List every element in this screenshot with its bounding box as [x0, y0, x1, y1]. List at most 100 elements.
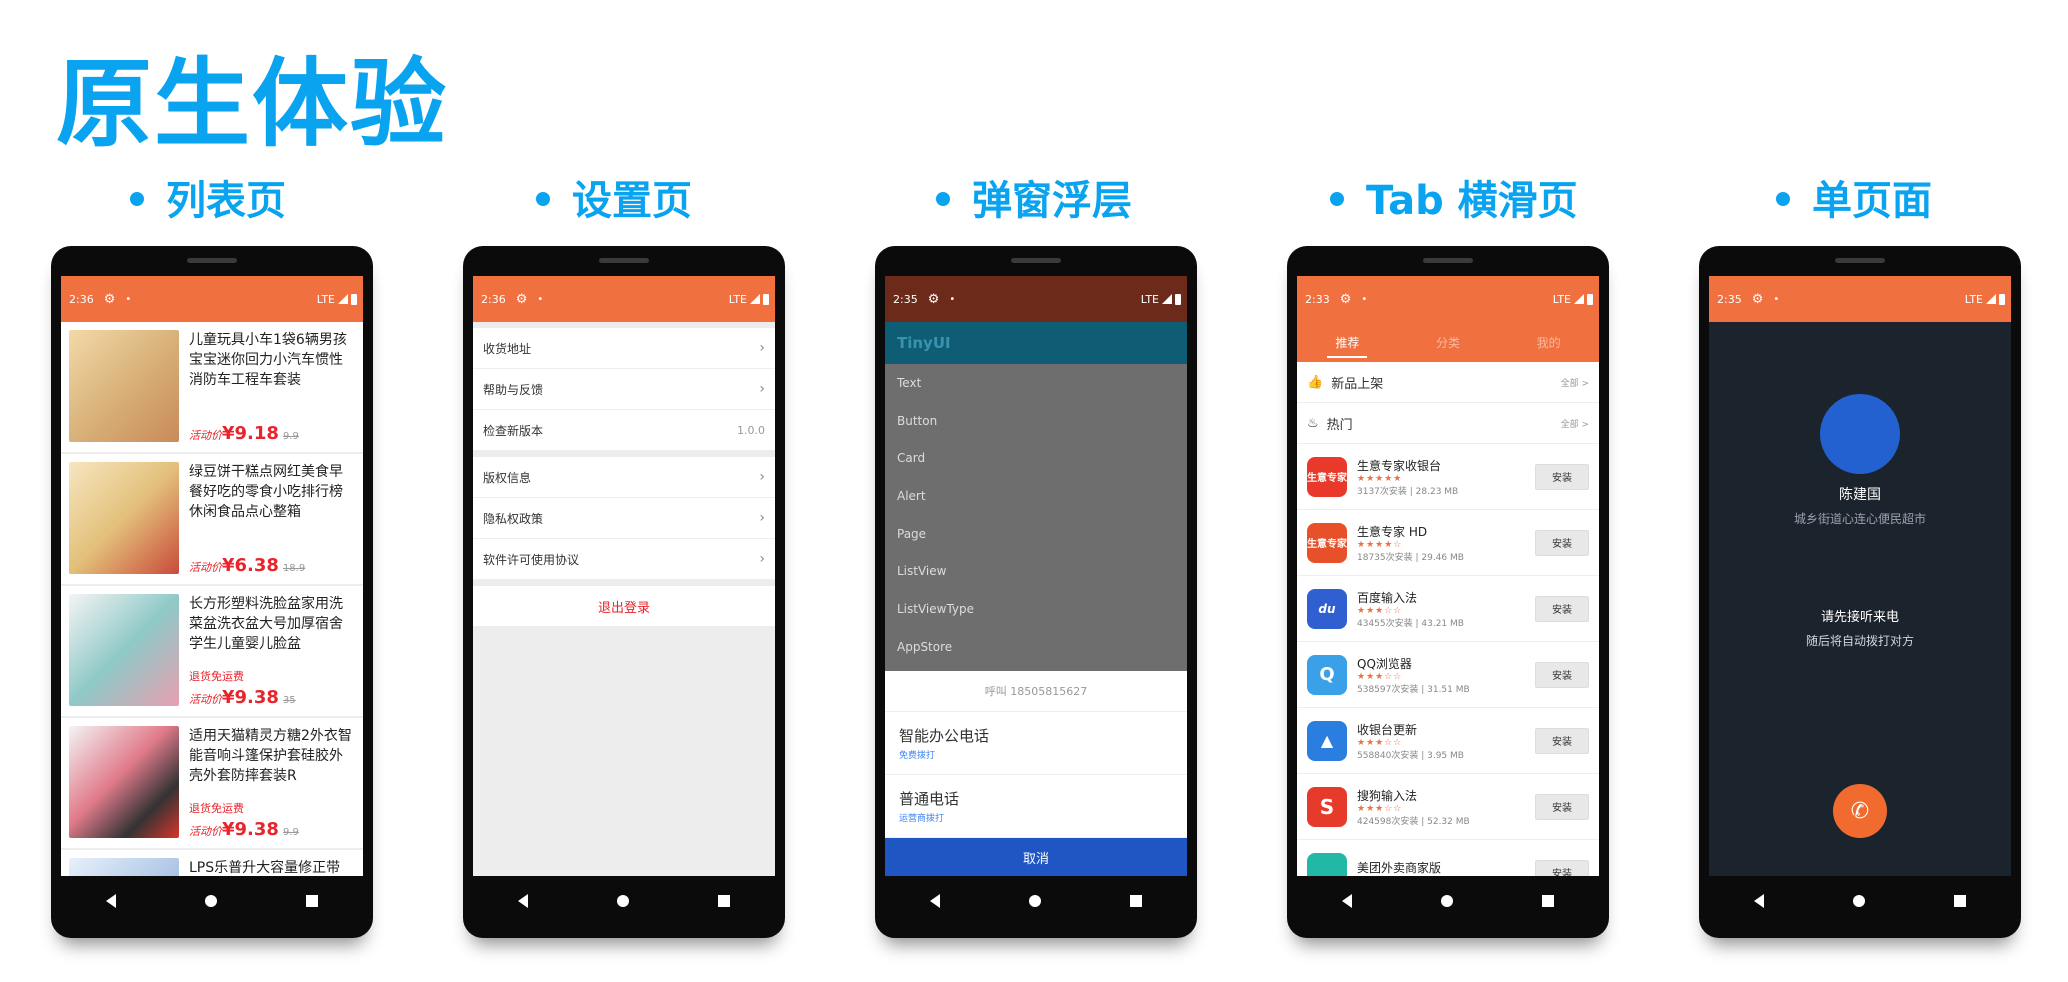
- menu-item[interactable]: Page: [885, 515, 1187, 553]
- settings-item-license[interactable]: 软件许可使用协议 ›: [473, 539, 775, 580]
- column-title-single: 单页面: [1776, 168, 1932, 226]
- install-button[interactable]: 安装: [1535, 793, 1589, 820]
- back-nav-icon[interactable]: [105, 894, 116, 908]
- install-button[interactable]: 安装: [1535, 727, 1589, 754]
- home-nav-icon[interactable]: [204, 895, 217, 907]
- column-title-tab: Tab 横滑页: [1330, 168, 1578, 226]
- settings-label: 软件许可使用协议: [483, 552, 580, 567]
- home-nav-icon[interactable]: [616, 895, 629, 907]
- settings-item-help[interactable]: 帮助与反馈 ›: [473, 369, 775, 410]
- app-list-item[interactable]: Q QQ浏览器 ★★★☆☆ 538597次安装 | 31.51 MB 安装: [1297, 642, 1599, 708]
- recent-nav-icon[interactable]: [1130, 895, 1143, 907]
- back-nav-icon[interactable]: [1753, 894, 1764, 908]
- list-item[interactable]: LPS乐普升大容量修正带 学生涂改带改正错带 办公用: [61, 850, 363, 876]
- menu-item[interactable]: ListViewType: [885, 590, 1187, 628]
- menu-item[interactable]: AppStore: [885, 628, 1187, 666]
- notification-dot-icon: •: [125, 293, 132, 305]
- settings-item-privacy[interactable]: 隐私权政策 ›: [473, 498, 775, 539]
- app-icon: 生意专家: [1307, 522, 1347, 563]
- signal-icon: [338, 294, 348, 304]
- list-item[interactable]: 适用天猫精灵方糖2外衣智能音响斗篷保护套硅胶外壳外套防摔套装R 退货免运费 活动…: [61, 718, 363, 850]
- settings-item-address[interactable]: 收货地址 ›: [473, 328, 775, 369]
- phone-call-page: 2:35 ⚙ • LTE 陈建国 城乡街道心连心便民超市 请先接听来电 随后将自动…: [1699, 246, 2021, 938]
- settings-label: 版权信息: [483, 470, 532, 485]
- install-button[interactable]: 安装: [1535, 595, 1589, 622]
- settings-item-copyright[interactable]: 版权信息 ›: [473, 457, 775, 498]
- bullet-dot: [1776, 192, 1790, 206]
- logout-button[interactable]: 退出登录: [473, 586, 775, 626]
- screen: 2:35 ⚙ • LTE 陈建国 城乡街道心连心便民超市 请先接听来电 随后将自动…: [1709, 276, 2011, 876]
- app-icon: Q: [1307, 654, 1347, 695]
- app-rating: ★★★☆☆: [1357, 737, 1403, 748]
- install-button[interactable]: 安装: [1535, 529, 1589, 556]
- app-list-item[interactable]: du 百度输入法 ★★★☆☆ 43455次安装 | 43.21 MB 安装: [1297, 576, 1599, 642]
- chevron-right-icon: ›: [759, 551, 765, 567]
- section-hot[interactable]: ♨ 热门 全部 >: [1297, 403, 1599, 444]
- recent-nav-icon[interactable]: [1954, 895, 1967, 907]
- price-value: ¥6.38: [222, 555, 279, 576]
- screen: 2:35 ⚙ • LTE TinyUI Text Button Card Aler…: [885, 276, 1187, 876]
- fire-icon: ♨: [1307, 415, 1319, 431]
- app-list-item[interactable]: 生意专家 生意专家 HD ★★★★☆ 18735次安装 | 29.46 MB 安…: [1297, 510, 1599, 576]
- promo-label: 活动价: [189, 825, 222, 838]
- app-meta: 18735次安装 | 29.46 MB: [1357, 552, 1464, 563]
- menu-item[interactable]: Card: [885, 439, 1187, 477]
- install-button[interactable]: 安装: [1535, 463, 1589, 490]
- app-list-item[interactable]: S 搜狗输入法 ★★★☆☆ 424598次安装 | 52.32 MB 安装: [1297, 774, 1599, 840]
- section-label: 热门: [1326, 417, 1353, 433]
- tab-mine[interactable]: 我的: [1498, 322, 1599, 362]
- section-new[interactable]: 👍 新品上架 全部 >: [1297, 362, 1599, 403]
- home-nav-icon[interactable]: [1440, 895, 1453, 907]
- app-name: 搜狗输入法: [1357, 788, 1418, 803]
- home-nav-icon[interactable]: [1028, 895, 1041, 907]
- option-sublabel: 免费拨打: [899, 751, 936, 761]
- install-button[interactable]: 安装: [1535, 661, 1589, 688]
- recent-nav-icon[interactable]: [306, 895, 319, 907]
- back-nav-icon[interactable]: [929, 894, 940, 908]
- product-title: 绿豆饼干糕点网红美食早餐好吃的零食小吃排行榜休闲食品点心整箱: [189, 464, 343, 520]
- app-list-item[interactable]: ▲ 收银台更新 ★★★☆☆ 558840次安装 | 3.95 MB 安装: [1297, 708, 1599, 774]
- dimmed-menu-list: Text Button Card Alert Page ListView Lis…: [885, 364, 1187, 718]
- app-list-item[interactable]: 美团外卖商家版 ★★☆☆☆ 安装: [1297, 840, 1599, 876]
- app-icon: ▲: [1307, 720, 1347, 761]
- product-image: [69, 330, 179, 442]
- menu-item[interactable]: Text: [885, 364, 1187, 402]
- hangup-phone-icon[interactable]: ✆: [1833, 784, 1887, 838]
- see-all-link[interactable]: 全部 >: [1561, 417, 1589, 430]
- app-icon: 生意专家: [1307, 456, 1347, 497]
- option-smart-call[interactable]: 智能办公电话 免费拨打: [885, 712, 1187, 775]
- back-nav-icon[interactable]: [1341, 894, 1352, 908]
- recent-nav-icon[interactable]: [718, 895, 731, 907]
- home-nav-icon[interactable]: [1852, 895, 1865, 907]
- option-normal-call[interactable]: 普通电话 运营商拨打: [885, 775, 1187, 838]
- app-name: 收银台更新: [1357, 722, 1418, 737]
- app-rating: ★★★★★: [1357, 473, 1403, 484]
- signal-icon: [1574, 294, 1584, 304]
- install-button[interactable]: 安装: [1535, 859, 1589, 876]
- cancel-button[interactable]: 取消: [885, 838, 1187, 876]
- app-list-item[interactable]: 生意专家 生意专家收银台 ★★★★★ 3137次安装 | 28.23 MB 安装: [1297, 444, 1599, 510]
- app-icon-text: ▲: [1320, 731, 1334, 750]
- menu-item[interactable]: ListView: [885, 552, 1187, 590]
- tab-category[interactable]: 分类: [1398, 322, 1499, 362]
- old-price: 9.9: [282, 431, 299, 442]
- app-name: 美团外卖商家版: [1357, 861, 1442, 875]
- menu-item[interactable]: Alert: [885, 477, 1187, 515]
- screen: 2:36 ⚙ • LTE 儿童玩具小车1袋6辆男孩宝宝迷你回力小汽车惯性消防车工程…: [61, 276, 363, 876]
- app-icon-text: du: [1318, 601, 1336, 616]
- product-tag: 退货免运费: [189, 670, 244, 683]
- product-price: 活动价¥9.18 9.9: [189, 423, 299, 444]
- list-item[interactable]: 绿豆饼干糕点网红美食早餐好吃的零食小吃排行榜休闲食品点心整箱 活动价¥6.38 1…: [61, 454, 363, 586]
- tab-recommend[interactable]: 推荐: [1297, 322, 1398, 362]
- status-time: 2:36: [481, 292, 506, 306]
- settings-item-version[interactable]: 检查新版本 1.0.0: [473, 410, 775, 451]
- see-all-link[interactable]: 全部 >: [1561, 376, 1589, 389]
- notification-dot-icon: •: [949, 293, 956, 305]
- menu-item[interactable]: Button: [885, 402, 1187, 440]
- settings-body: 收货地址 › 帮助与反馈 › 检查新版本 1.0.0 版权信息 › 隐私权政策 › 软件许…: [473, 322, 775, 876]
- back-nav-icon[interactable]: [517, 894, 528, 908]
- list-item[interactable]: 长方形塑料洗脸盆家用洗菜盆洗衣盆大号加厚宿舍学生儿童婴儿脸盆 退货免运费 活动价…: [61, 586, 363, 718]
- speaker: [1423, 258, 1473, 263]
- list-item[interactable]: 儿童玩具小车1袋6辆男孩宝宝迷你回力小汽车惯性消防车工程车套装 活动价¥9.18…: [61, 322, 363, 454]
- recent-nav-icon[interactable]: [1542, 895, 1555, 907]
